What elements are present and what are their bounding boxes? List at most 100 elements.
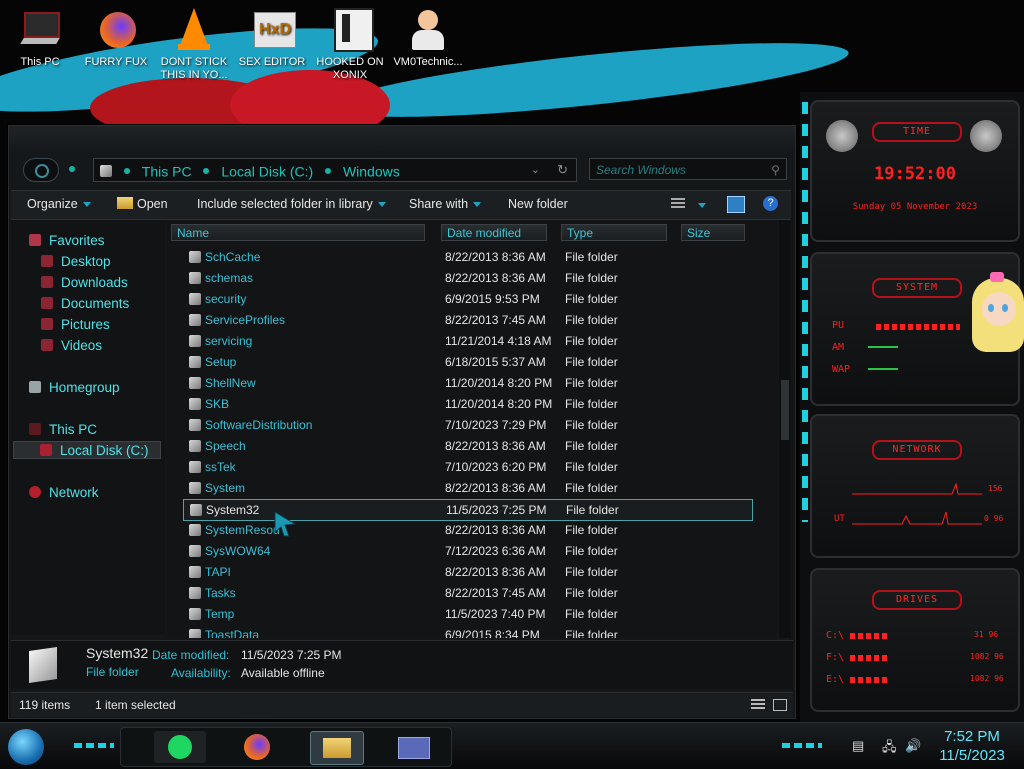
nav-network[interactable]: Network (29, 484, 99, 502)
nav-local-disk[interactable]: Local Disk (C:) (13, 441, 161, 459)
explorer-window[interactable]: This PC Local Disk (C:) Windows ⌄ ↻ Sear… (8, 125, 796, 719)
folder-icon (189, 293, 201, 305)
file-date: 11/5/2023 7:25 PM (446, 503, 547, 517)
details-availability-label: Availability: (171, 666, 231, 680)
nav-label: Desktop (61, 254, 111, 269)
file-list[interactable]: Name Date modified Type Size SchCache 8/2… (167, 220, 777, 638)
refresh-icon[interactable]: ↻ (557, 159, 568, 181)
item-count: 119 items (19, 698, 71, 712)
nav-pictures[interactable]: Pictures (41, 316, 110, 334)
desktop-icon-sex-editor[interactable]: HxD SEX EDITOR (232, 6, 312, 69)
file-row[interactable]: TAPI 8/22/2013 8:36 AM File folder (183, 562, 751, 582)
file-type: File folder (565, 397, 618, 411)
file-row[interactable]: ToastData 6/9/2015 8:34 PM File folder (183, 625, 751, 638)
open-button[interactable]: Open (117, 197, 168, 211)
drives-panel: DRIVES C:\ 31 96 F:\ 1082 96 E:\ 1082 96 (810, 568, 1020, 712)
file-row[interactable]: System 8/22/2013 8:36 AM File folder (183, 478, 751, 498)
file-row[interactable]: ShellNew 11/20/2014 8:20 PM File folder (183, 373, 751, 393)
separator-icon (123, 168, 130, 175)
file-row[interactable]: Speech 8/22/2013 8:36 AM File folder (183, 436, 751, 456)
file-type: File folder (565, 607, 618, 621)
network-tray-icon[interactable]: 🖧 (882, 738, 897, 760)
file-row-selected[interactable]: System32 11/5/2023 7:25 PM File folder (183, 499, 753, 521)
scrollbar-thumb[interactable] (781, 380, 789, 440)
include-in-library-button[interactable]: Include selected folder in library (197, 197, 386, 211)
organize-button[interactable]: Organize (27, 197, 91, 211)
drive-e-value: 1082 96 (970, 674, 1004, 683)
pictures-icon (41, 318, 53, 330)
file-row[interactable]: SystemResou 8/22/2013 8:36 AM File folder (183, 520, 751, 540)
file-row[interactable]: SchCache 8/22/2013 8:36 AM File folder (183, 247, 751, 267)
taskbar-clock[interactable]: 7:52 PM 11/5/2023 (924, 727, 1020, 765)
file-row[interactable]: Setup 6/18/2015 5:37 AM File folder (183, 352, 751, 372)
column-header-name[interactable]: Name (171, 224, 425, 241)
search-placeholder: Search Windows (596, 163, 686, 177)
file-row[interactable]: ServiceProfiles 8/22/2013 7:45 AM File fol… (183, 310, 751, 330)
column-header-date[interactable]: Date modified (441, 224, 547, 241)
taskbar-app-firefox[interactable] (232, 731, 284, 763)
vertical-scrollbar[interactable] (779, 220, 791, 638)
computer-icon (18, 6, 62, 52)
drive-c-value: 31 96 (974, 630, 999, 639)
search-input[interactable]: Search Windows ⚲ (589, 158, 787, 180)
breadcrumb-this-pc[interactable]: This PC (142, 163, 192, 179)
chevron-down-icon[interactable] (698, 203, 706, 208)
nav-documents[interactable]: Documents (41, 295, 129, 313)
folder-icon (189, 251, 201, 263)
file-date: 8/22/2013 8:36 AM (445, 565, 546, 579)
help-icon[interactable]: ? (763, 196, 778, 211)
nav-this-pc[interactable]: This PC (29, 421, 97, 439)
file-type: File folder (565, 355, 618, 369)
taskbar-app-spotify[interactable] (154, 731, 206, 763)
view-options-icon[interactable] (671, 198, 685, 210)
new-folder-button[interactable]: New folder (508, 197, 568, 211)
desktop-icon-furry-fux[interactable]: FURRY FUX (76, 6, 156, 69)
column-header-type[interactable]: Type (561, 224, 667, 241)
nav-favorites[interactable]: Favorites (29, 232, 105, 250)
desktop-icon-hooked-on-xonix[interactable]: HOOKED ON XONIX (310, 6, 390, 82)
start-button[interactable] (8, 729, 44, 765)
show-hidden-icons-icon[interactable]: ▤ (852, 738, 864, 754)
firefox-icon (244, 734, 270, 760)
drive-e-bar (850, 677, 890, 683)
file-row[interactable]: schemas 8/22/2013 8:36 AM File folder (183, 268, 751, 288)
nav-desktop[interactable]: Desktop (41, 253, 111, 271)
breadcrumb-windows[interactable]: Windows (343, 163, 400, 179)
desktop-icon-dont-stick[interactable]: DONT STICK THIS IN YO... (154, 6, 234, 82)
details-view-icon[interactable] (751, 699, 765, 711)
file-row[interactable]: ssTek 7/10/2023 6:20 PM File folder (183, 457, 751, 477)
share-with-button[interactable]: Share with (409, 197, 482, 211)
folder-icon (189, 356, 201, 368)
nav-downloads[interactable]: Downloads (41, 274, 128, 292)
address-bar[interactable]: This PC Local Disk (C:) Windows ⌄ ↻ (93, 158, 577, 182)
file-row[interactable]: servicing 11/21/2014 4:18 AM File folder (183, 331, 751, 351)
cartoon-character-image (970, 272, 1024, 372)
file-row[interactable]: Tasks 8/22/2013 7:45 AM File folder (183, 583, 751, 603)
file-date: 8/22/2013 7:45 AM (445, 313, 546, 327)
breadcrumb-local-disk[interactable]: Local Disk (C:) (221, 163, 313, 179)
taskbar-app-window[interactable] (388, 731, 440, 763)
file-type: File folder (565, 544, 618, 558)
volume-icon[interactable]: 🔊 (905, 738, 921, 754)
preview-pane-icon[interactable] (727, 196, 745, 213)
window-titlebar[interactable] (9, 126, 795, 153)
file-row[interactable]: security 6/9/2015 9:53 PM File folder (183, 289, 751, 309)
large-icons-view-icon[interactable] (773, 699, 787, 711)
dropdown-arrow-icon[interactable]: ⌄ (531, 159, 540, 181)
file-row[interactable]: SysWOW64 7/12/2023 6:36 AM File folder (183, 541, 751, 561)
nav-homegroup[interactable]: Homegroup (29, 379, 120, 397)
column-header-size[interactable]: Size (681, 224, 745, 241)
back-button[interactable] (23, 158, 59, 182)
file-row[interactable]: SKB 11/20/2014 8:20 PM File folder (183, 394, 751, 414)
chevron-down-icon (82, 202, 91, 208)
gadget-date: Sunday 05 November 2023 (852, 202, 978, 212)
cpu-label: PU (832, 320, 845, 331)
desktop-icon-vm0technic[interactable]: VM0Technic... (388, 6, 468, 69)
search-icon[interactable]: ⚲ (771, 159, 780, 181)
clock-time: 7:52 PM (944, 728, 1000, 745)
nav-videos[interactable]: Videos (41, 337, 102, 355)
desktop-icon-this-pc[interactable]: This PC (0, 6, 80, 69)
file-row[interactable]: Temp 11/5/2023 7:40 PM File folder (183, 604, 751, 624)
file-row[interactable]: SoftwareDistribution 7/10/2023 7:29 PM Fil… (183, 415, 751, 435)
taskbar-app-explorer[interactable] (310, 731, 364, 765)
